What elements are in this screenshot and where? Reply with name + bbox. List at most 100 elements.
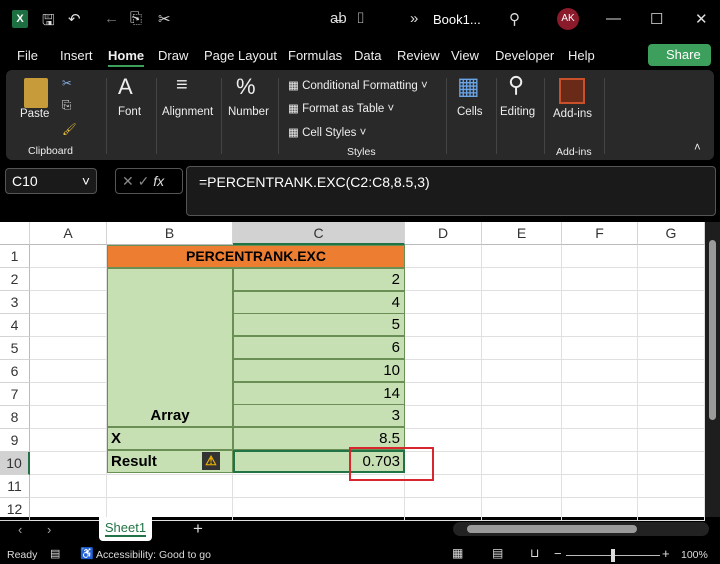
column-header-b[interactable]: B bbox=[107, 222, 233, 245]
array-value-cell[interactable]: 5 bbox=[233, 313, 405, 337]
tab-view[interactable]: View bbox=[451, 48, 479, 63]
macro-icon[interactable]: ▤ bbox=[50, 547, 60, 560]
result-label-cell[interactable]: Result ⚠ bbox=[107, 450, 233, 473]
zoom-in-icon[interactable]: + bbox=[662, 546, 670, 561]
cell[interactable] bbox=[562, 314, 638, 337]
cell[interactable] bbox=[482, 383, 562, 406]
cell[interactable] bbox=[107, 475, 233, 498]
column-header-c[interactable]: C bbox=[233, 222, 405, 245]
cell[interactable] bbox=[30, 314, 107, 337]
cell[interactable] bbox=[405, 291, 482, 314]
name-box[interactable]: C10 ˅ bbox=[5, 168, 97, 194]
cell[interactable] bbox=[562, 245, 638, 268]
cell[interactable] bbox=[30, 245, 107, 268]
undo-icon[interactable]: ↶ bbox=[68, 10, 81, 28]
cell[interactable] bbox=[638, 429, 705, 452]
cut-icon[interactable]: ✂ bbox=[158, 10, 171, 28]
cell[interactable] bbox=[482, 268, 562, 291]
cell[interactable] bbox=[562, 337, 638, 360]
more-icon[interactable]: » bbox=[410, 10, 418, 27]
cell[interactable] bbox=[482, 245, 562, 268]
cell[interactable] bbox=[638, 291, 705, 314]
row-header-3[interactable]: 3 bbox=[0, 291, 30, 314]
zoom-slider-handle[interactable] bbox=[611, 549, 615, 562]
cell[interactable] bbox=[562, 360, 638, 383]
prev-sheet-icon[interactable]: ‹ bbox=[18, 522, 22, 537]
row-header-10[interactable]: 10 bbox=[0, 452, 30, 475]
cell[interactable] bbox=[405, 314, 482, 337]
cell[interactable] bbox=[562, 429, 638, 452]
cell[interactable] bbox=[638, 245, 705, 268]
row-header-11[interactable]: 11 bbox=[0, 475, 30, 498]
cell[interactable] bbox=[30, 429, 107, 452]
cell[interactable] bbox=[638, 337, 705, 360]
cell[interactable] bbox=[30, 406, 107, 429]
column-header-a[interactable]: A bbox=[30, 222, 107, 245]
status-accessibility[interactable]: Accessibility: Good to go bbox=[96, 549, 211, 561]
scrollbar-thumb[interactable] bbox=[709, 240, 716, 420]
cell[interactable] bbox=[482, 337, 562, 360]
paste-button[interactable]: Paste bbox=[20, 108, 49, 120]
zoom-level[interactable]: 100% bbox=[681, 549, 708, 561]
cell-styles-button[interactable]: ▦ Cell Styles ˅ bbox=[288, 125, 366, 139]
minimize-icon[interactable]: — bbox=[606, 10, 621, 27]
cell[interactable] bbox=[562, 268, 638, 291]
cell[interactable] bbox=[405, 383, 482, 406]
cell[interactable] bbox=[562, 406, 638, 429]
vertical-scrollbar[interactable] bbox=[705, 222, 720, 517]
formula-input[interactable]: =PERCENTRANK.EXC(C2:C8,8.5,3) bbox=[186, 166, 716, 216]
tab-insert[interactable]: Insert bbox=[60, 48, 93, 63]
next-sheet-icon[interactable]: › bbox=[47, 522, 51, 537]
sheet-tab-sheet1[interactable]: Sheet1 bbox=[99, 517, 152, 541]
close-icon[interactable]: ✕ bbox=[695, 10, 708, 28]
number-button[interactable]: Number bbox=[228, 106, 269, 118]
search-icon[interactable]: ⚲ bbox=[509, 10, 520, 28]
cell[interactable] bbox=[30, 268, 107, 291]
cell[interactable] bbox=[405, 245, 482, 268]
row-header-4[interactable]: 4 bbox=[0, 314, 30, 337]
tab-review[interactable]: Review bbox=[397, 48, 440, 63]
column-header-d[interactable]: D bbox=[405, 222, 482, 245]
row-header-12[interactable]: 12 bbox=[0, 498, 30, 521]
array-value-cell[interactable]: 4 bbox=[233, 290, 405, 314]
cell[interactable] bbox=[562, 475, 638, 498]
cell[interactable] bbox=[30, 498, 107, 521]
format-as-table-button[interactable]: ▦ Format as Table ˅ bbox=[288, 101, 394, 115]
cell[interactable] bbox=[405, 360, 482, 383]
cell[interactable] bbox=[562, 498, 638, 521]
cell[interactable] bbox=[405, 406, 482, 429]
cell[interactable] bbox=[562, 291, 638, 314]
cell[interactable] bbox=[638, 406, 705, 429]
share-button[interactable]: Share bbox=[648, 44, 711, 66]
cell[interactable] bbox=[405, 498, 482, 521]
avatar[interactable]: AK bbox=[557, 8, 579, 30]
cell[interactable] bbox=[30, 360, 107, 383]
zoom-out-icon[interactable]: − bbox=[554, 546, 562, 561]
conditional-formatting-button[interactable]: ▦ Conditional Formatting ˅ bbox=[288, 78, 428, 92]
cell[interactable] bbox=[30, 383, 107, 406]
row-header-7[interactable]: 7 bbox=[0, 383, 30, 406]
spreadsheet-grid[interactable]: A B C D E F G 1 2 3 4 5 6 7 8 9 10 11 12 PERCENTRAN… bbox=[0, 222, 705, 521]
cell[interactable] bbox=[482, 429, 562, 452]
array-value-cell[interactable]: 14 bbox=[233, 381, 405, 405]
tab-data[interactable]: Data bbox=[354, 48, 381, 63]
row-header-5[interactable]: 5 bbox=[0, 337, 30, 360]
cell[interactable] bbox=[405, 268, 482, 291]
normal-view-icon[interactable]: ▦ bbox=[452, 546, 463, 560]
cell[interactable] bbox=[30, 452, 107, 475]
header-cell[interactable]: PERCENTRANK.EXC bbox=[107, 245, 405, 268]
cell[interactable] bbox=[482, 291, 562, 314]
row-header-6[interactable]: 6 bbox=[0, 360, 30, 383]
cell[interactable] bbox=[562, 383, 638, 406]
accessibility-icon[interactable]: ♿ bbox=[80, 547, 94, 560]
back-icon[interactable]: ← bbox=[104, 10, 119, 27]
row-header-2[interactable]: 2 bbox=[0, 268, 30, 291]
cell[interactable] bbox=[482, 452, 562, 475]
cell[interactable] bbox=[482, 498, 562, 521]
cells-button[interactable]: Cells bbox=[457, 106, 483, 118]
cell[interactable] bbox=[482, 475, 562, 498]
cell[interactable] bbox=[482, 360, 562, 383]
cell[interactable] bbox=[638, 475, 705, 498]
alignment-button[interactable]: Alignment bbox=[162, 106, 213, 118]
addins-button[interactable]: Add-ins bbox=[553, 108, 592, 120]
